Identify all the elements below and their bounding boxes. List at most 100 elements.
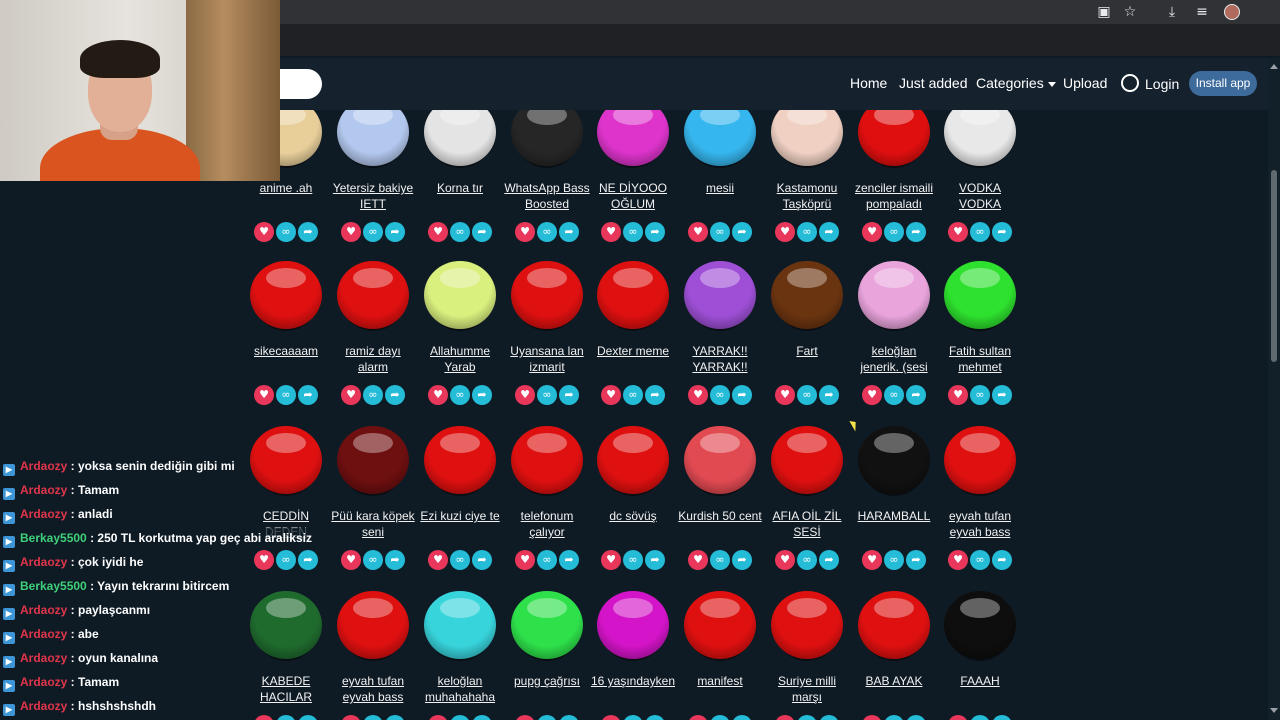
sound-title-link[interactable]: Ezi kuzi ciye te <box>417 508 503 540</box>
share-icon[interactable]: ➦ <box>472 385 492 405</box>
heart-icon[interactable]: ♥ <box>515 715 535 720</box>
share-icon[interactable]: ➦ <box>819 550 839 570</box>
sound-title-link[interactable]: keloğlan jenerik. (sesi <box>851 343 937 375</box>
heart-icon[interactable]: ♥ <box>688 550 708 570</box>
sound-title-link[interactable]: eyvah tufan eyvah bass <box>937 508 1023 540</box>
sound-title-link[interactable]: manifest <box>677 673 763 705</box>
sound-title-link[interactable]: Fart <box>764 343 850 375</box>
heart-icon[interactable]: ♥ <box>688 715 708 720</box>
share-icon[interactable]: ➦ <box>992 385 1012 405</box>
share-icon[interactable]: ➦ <box>298 385 318 405</box>
sound-play-button[interactable] <box>511 591 583 663</box>
share-icon[interactable]: ➦ <box>559 222 579 242</box>
sound-title-link[interactable]: ramiz dayı alarm <box>330 343 416 375</box>
link-icon[interactable]: ∞ <box>884 715 904 720</box>
link-icon[interactable]: ∞ <box>623 222 643 242</box>
link-icon[interactable]: ∞ <box>797 715 817 720</box>
sound-play-button[interactable] <box>858 110 930 170</box>
link-icon[interactable]: ∞ <box>363 715 383 720</box>
sound-play-button[interactable] <box>858 426 930 498</box>
share-icon[interactable]: ➦ <box>472 550 492 570</box>
share-icon[interactable]: ➦ <box>298 222 318 242</box>
share-icon[interactable]: ➦ <box>992 550 1012 570</box>
link-icon[interactable]: ∞ <box>710 550 730 570</box>
sound-play-button[interactable] <box>858 591 930 663</box>
link-icon[interactable]: ∞ <box>537 550 557 570</box>
link-icon[interactable]: ∞ <box>537 715 557 720</box>
heart-icon[interactable]: ♥ <box>948 715 968 720</box>
share-icon[interactable]: ➦ <box>472 715 492 720</box>
heart-icon[interactable]: ♥ <box>601 550 621 570</box>
sound-play-button[interactable] <box>771 426 843 498</box>
heart-icon[interactable]: ♥ <box>428 550 448 570</box>
link-icon[interactable]: ∞ <box>623 715 643 720</box>
heart-icon[interactable]: ♥ <box>948 222 968 242</box>
sound-title-link[interactable]: sikecaaaam <box>243 343 329 375</box>
share-icon[interactable]: ➦ <box>385 550 405 570</box>
sound-title-link[interactable]: 16 yaşındayken <box>590 673 676 705</box>
heart-icon[interactable]: ♥ <box>254 385 274 405</box>
sound-title-link[interactable]: pupg çağrısı <box>504 673 590 705</box>
sound-title-link[interactable]: keloğlan muhahahaha <box>417 673 503 705</box>
scroll-down-arrow-icon[interactable] <box>1270 708 1278 713</box>
link-icon[interactable]: ∞ <box>797 222 817 242</box>
nav-just-added-link[interactable]: Just added <box>899 74 968 92</box>
sound-title-link[interactable]: zenciler ismaili pompaladı <box>851 180 937 212</box>
sound-play-button[interactable] <box>424 110 496 170</box>
sound-play-button[interactable] <box>511 261 583 333</box>
scrollbar-thumb[interactable] <box>1271 170 1277 362</box>
share-icon[interactable]: ➦ <box>732 385 752 405</box>
sound-play-button[interactable] <box>597 426 669 498</box>
sound-title-link[interactable]: NE DİYOOO OĞLUM <box>590 180 676 212</box>
heart-icon[interactable]: ♥ <box>775 715 795 720</box>
sound-play-button[interactable] <box>684 426 756 498</box>
install-app-button[interactable]: Install app <box>1189 71 1257 96</box>
media-control-icon[interactable]: ≡ <box>1194 4 1210 20</box>
sound-play-button[interactable] <box>511 426 583 498</box>
share-icon[interactable]: ➦ <box>645 385 665 405</box>
sound-title-link[interactable]: WhatsApp Bass Boosted <box>504 180 590 212</box>
profile-avatar-icon[interactable] <box>1224 4 1240 20</box>
link-icon[interactable]: ∞ <box>884 385 904 405</box>
sound-play-button[interactable] <box>771 261 843 333</box>
share-icon[interactable]: ➦ <box>819 222 839 242</box>
heart-icon[interactable]: ♥ <box>688 385 708 405</box>
sound-title-link[interactable]: BAB AYAK <box>851 673 937 705</box>
link-icon[interactable]: ∞ <box>623 550 643 570</box>
heart-icon[interactable]: ♥ <box>428 222 448 242</box>
share-icon[interactable]: ➦ <box>385 222 405 242</box>
install-page-icon[interactable]: ▣ <box>1096 4 1112 20</box>
sound-play-button[interactable] <box>597 591 669 663</box>
share-icon[interactable]: ➦ <box>732 550 752 570</box>
heart-icon[interactable]: ♥ <box>688 222 708 242</box>
link-icon[interactable]: ∞ <box>276 222 296 242</box>
sound-play-button[interactable] <box>858 261 930 333</box>
sound-title-link[interactable]: AFIA OİL ZİL SESİ <box>764 508 850 540</box>
heart-icon[interactable]: ♥ <box>601 222 621 242</box>
share-icon[interactable]: ➦ <box>645 715 665 720</box>
link-icon[interactable]: ∞ <box>710 222 730 242</box>
share-icon[interactable]: ➦ <box>906 385 926 405</box>
scroll-up-arrow-icon[interactable] <box>1270 64 1278 69</box>
sound-title-link[interactable]: Fatih sultan mehmet <box>937 343 1023 375</box>
nav-login-link[interactable]: Login <box>1121 74 1179 93</box>
heart-icon[interactable]: ♥ <box>948 550 968 570</box>
sound-title-link[interactable]: telefonum çalıyor <box>504 508 590 540</box>
link-icon[interactable]: ∞ <box>450 715 470 720</box>
link-icon[interactable]: ∞ <box>363 222 383 242</box>
share-icon[interactable]: ➦ <box>992 222 1012 242</box>
share-icon[interactable]: ➦ <box>645 550 665 570</box>
sound-play-button[interactable] <box>597 261 669 333</box>
share-icon[interactable]: ➦ <box>906 550 926 570</box>
sound-title-link[interactable]: Kurdish 50 cent <box>677 508 763 540</box>
share-icon[interactable]: ➦ <box>559 550 579 570</box>
heart-icon[interactable]: ♥ <box>862 385 882 405</box>
sound-title-link[interactable]: Yetersiz bakiye IETT <box>330 180 416 212</box>
heart-icon[interactable]: ♥ <box>601 385 621 405</box>
heart-icon[interactable]: ♥ <box>428 715 448 720</box>
link-icon[interactable]: ∞ <box>970 385 990 405</box>
link-icon[interactable]: ∞ <box>970 715 990 720</box>
share-icon[interactable]: ➦ <box>819 715 839 720</box>
link-icon[interactable]: ∞ <box>884 222 904 242</box>
heart-icon[interactable]: ♥ <box>775 222 795 242</box>
